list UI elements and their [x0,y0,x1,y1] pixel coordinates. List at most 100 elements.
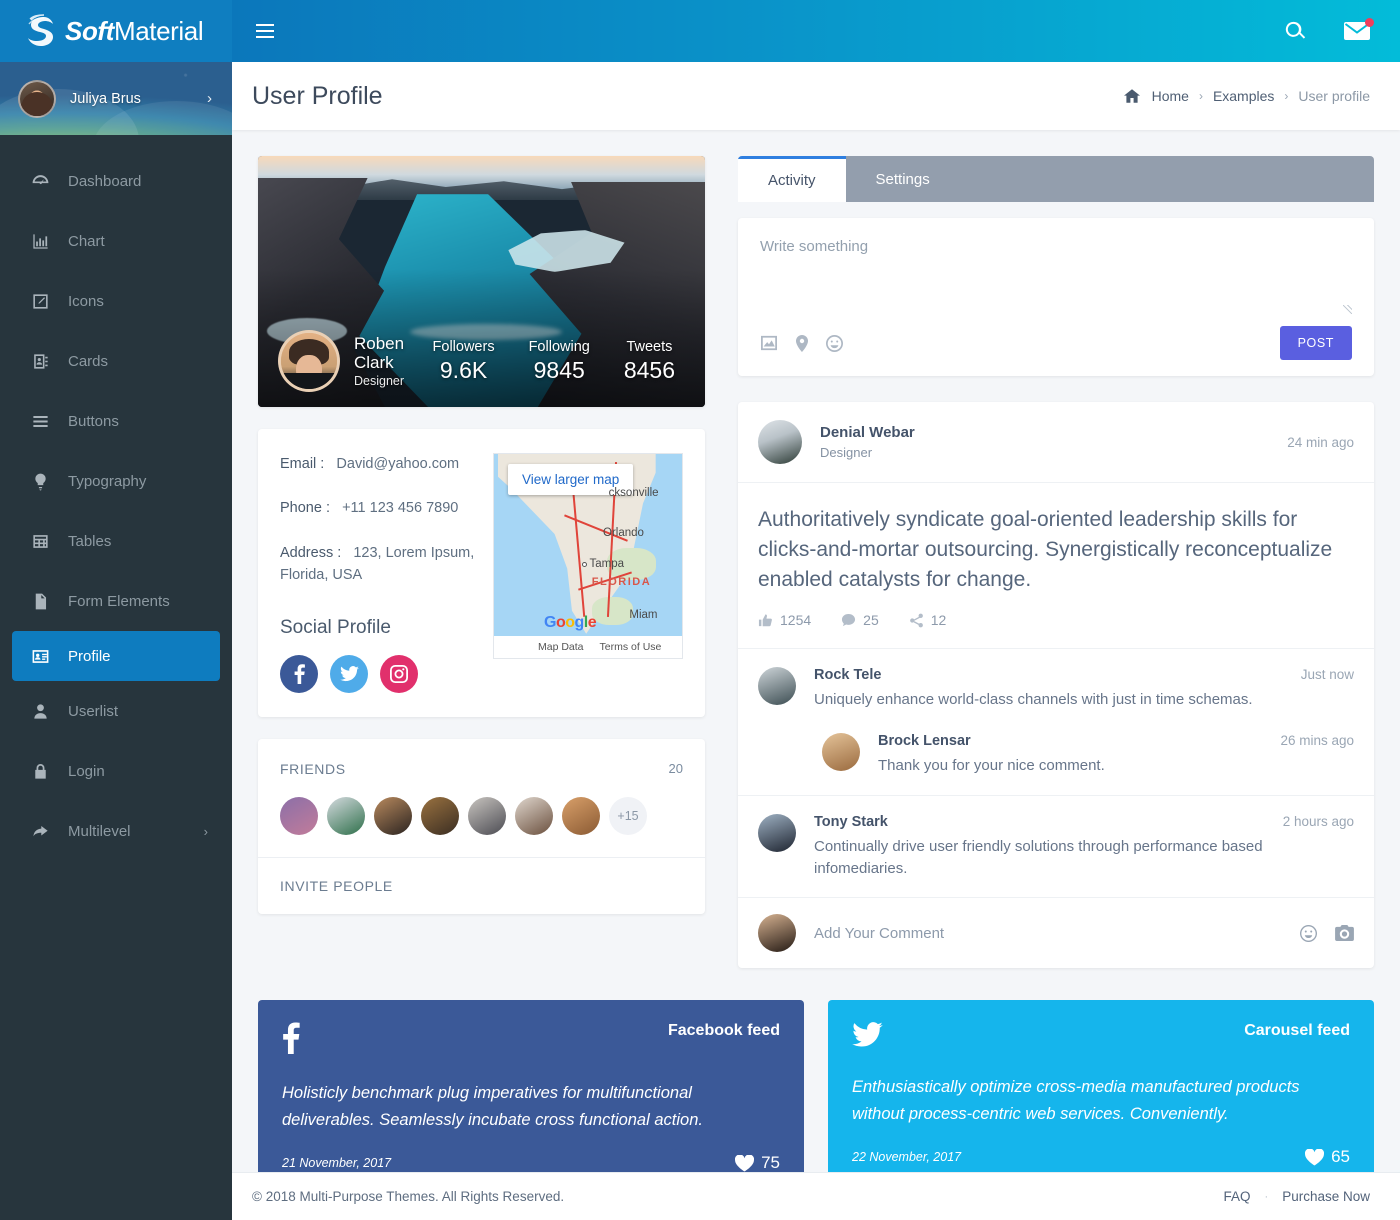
add-comment-input[interactable]: Add Your Comment [814,925,1300,942]
avatar[interactable] [468,796,506,835]
comment-action[interactable]: 25 [841,612,879,628]
share-count: 12 [930,612,947,629]
sidebar-item-cards[interactable]: Cards [0,331,232,391]
email-label: Email : [280,456,325,472]
address-label: Address : [280,544,342,561]
contact-details: Email : David@yahoo.com Phone : +11 123 … [280,453,475,693]
copyright-text: © 2018 Multi-Purpose Themes. All Rights … [252,1189,565,1204]
home-icon [1123,89,1140,103]
avatar[interactable] [374,796,412,835]
feed-footer: 21 November, 2017 75 [282,1153,780,1173]
comment-count: 25 [863,612,879,629]
footer-separator: · [1264,1190,1269,1203]
avatar[interactable] [562,796,600,835]
hamburger-icon[interactable] [256,20,274,42]
share-action[interactable]: 12 [909,612,947,629]
brand-light: Material [113,15,204,46]
sidebar-user-panel[interactable]: Juliya Brus › [0,62,232,135]
sidebar-item-label: Login [68,762,105,780]
tab-bar: Activity Settings [738,156,1374,202]
write-something-input[interactable]: Write something [760,238,1352,314]
image-icon[interactable] [760,335,778,352]
sidebar-item-userlist[interactable]: Userlist [0,681,232,741]
avatar[interactable] [515,796,553,835]
map-green-area [591,596,634,626]
carousel-feed-card: Carousel feed Enthusiastically optimize … [828,1000,1374,1194]
profile-name-block: Roben Clark Designer [354,334,404,388]
friends-card: FRIENDS 20 +15 INVITE PEOPLE [258,738,705,914]
map-footer: Map Data Terms of Use [494,636,682,658]
map-data-label: Map Data [538,641,584,653]
avatar[interactable] [280,796,318,835]
tab-activity[interactable]: Activity [738,156,846,202]
sidebar-item-label: Buttons [68,412,119,430]
post-timestamp: 24 min ago [1287,434,1354,450]
like-action[interactable]: 1254 [758,612,811,628]
footer-link-faq[interactable]: FAQ [1224,1189,1251,1204]
post-actions: 1254 25 12 [738,594,1374,648]
envelope-icon[interactable] [1344,18,1374,41]
sidebar-item-chart[interactable]: Chart [0,211,232,271]
brand-header[interactable]: SoftMaterial [0,0,232,62]
contact-info-card: Email : David@yahoo.com Phone : +11 123 … [258,429,705,717]
comment-text: Thank you for your nice comment. [878,757,1105,775]
sidebar-item-profile[interactable]: Profile [12,631,220,681]
sidebar-item-typography[interactable]: Typography [0,451,232,511]
footer-link-purchase[interactable]: Purchase Now [1282,1189,1370,1204]
add-comment-icons [1300,924,1354,942]
sidebar-item-login[interactable]: Login [0,741,232,801]
friends-more-button[interactable]: +15 [609,796,647,835]
sidebar-item-form-elements[interactable]: Form Elements [0,571,232,631]
feed-date: 22 November, 2017 [852,1150,962,1165]
map-preview[interactable]: View larger map cksonville Orlando Tampa… [493,453,683,659]
camera-icon[interactable] [1335,924,1354,942]
list-lines-icon [28,412,52,431]
breadcrumb-item-examples[interactable]: Examples [1213,88,1274,104]
tab-settings[interactable]: Settings [846,156,960,202]
sidebar-item-buttons[interactable]: Buttons [0,391,232,451]
post-author-role: Designer [820,445,873,460]
friends-avatar-list: +15 [258,777,705,857]
map-terms-link[interactable]: Terms of Use [600,641,662,653]
invite-people-button[interactable]: INVITE PEOPLE [258,856,705,914]
smiley-icon[interactable] [1300,924,1317,942]
breadcrumb-separator: › [1284,89,1289,103]
address-book-icon [28,352,52,371]
feed-likes[interactable]: 75 [735,1153,780,1173]
phone-label: Phone : [280,500,330,517]
comment-time: Just now [1300,667,1354,683]
location-pin-icon[interactable] [796,334,808,352]
avatar [822,733,860,772]
facebook-icon[interactable] [280,654,318,693]
page-title: User Profile [252,81,383,110]
twitter-icon[interactable] [330,654,368,693]
feed-header: Facebook feed [282,1022,780,1055]
main-content: Roben Clark Designer Followers 9.6K Foll… [232,130,1400,1194]
comment-text: Continually drive user friendly solution… [814,837,1263,877]
avatar[interactable] [327,796,365,835]
avatar [758,667,796,706]
avatar[interactable] [421,796,459,835]
friends-count: 20 [668,761,683,777]
instagram-icon[interactable] [380,654,418,693]
smiley-icon[interactable] [826,334,843,352]
resize-handle-icon[interactable] [1343,305,1352,314]
sidebar-item-multilevel[interactable]: Multilevel › [0,801,232,861]
user-icon [28,702,52,721]
sidebar-item-icons[interactable]: Icons [0,271,232,331]
post-button[interactable]: POST [1279,326,1352,360]
sidebar-user-name: Juliya Brus [70,90,141,107]
post-author-meta: Denial Webar Designer [820,424,915,460]
comment-body: Rock Tele Just now Uniquely enhance worl… [814,667,1354,711]
brand-text: SoftMaterial [65,15,204,47]
feed-likes[interactable]: 65 [1305,1147,1350,1167]
add-comment-row: Add Your Comment [738,897,1374,968]
sidebar-item-label: Profile [68,647,111,665]
breadcrumb-item-home[interactable]: Home [1152,88,1189,104]
chevron-right-icon[interactable]: › [207,90,212,107]
search-icon[interactable] [1284,20,1306,42]
sidebar-item-tables[interactable]: Tables [0,511,232,571]
sidebar-item-dashboard[interactable]: Dashboard [0,151,232,211]
comment-text: Uniquely enhance world-class channels wi… [814,691,1253,709]
sidebar-item-label: Form Elements [68,592,170,610]
